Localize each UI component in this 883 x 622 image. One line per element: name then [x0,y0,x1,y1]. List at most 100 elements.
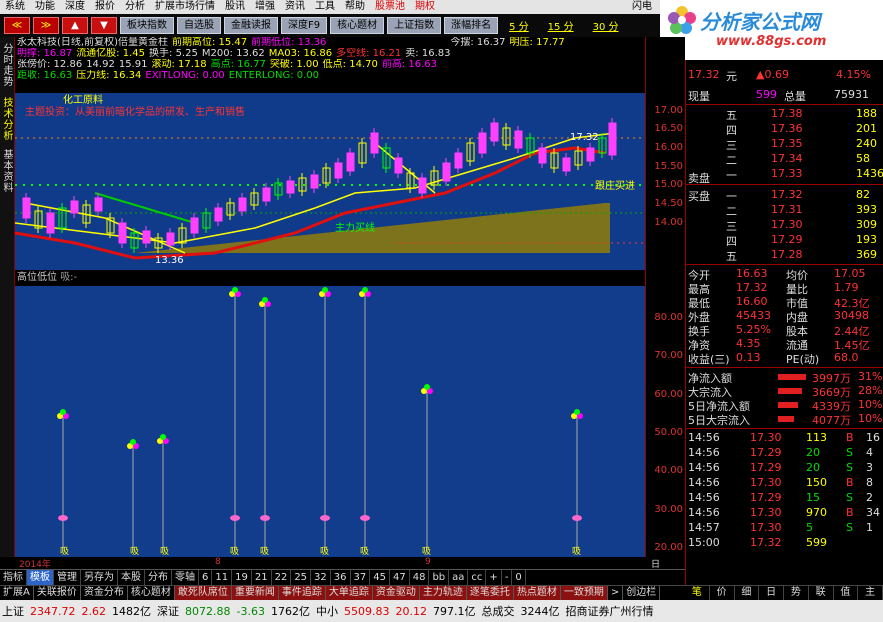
quote-tab-6[interactable]: 值 [834,586,859,600]
menu-item-8[interactable]: 资讯 [280,0,310,14]
toolbar: ≪ ≫ ▲ ▼ 板块指数 自选股 金融读报 深度F9 核心题材 上证指数 涨幅排… [0,14,660,37]
feature-tab-6[interactable]: 事件追踪 [278,586,326,600]
indicator-tab-17[interactable]: 47 [390,570,410,585]
menu-flash[interactable]: 闪电 [627,0,657,14]
feature-tab-10[interactable]: 逐笔委托 [466,586,514,600]
feature-tab-7[interactable]: 大单追踪 [325,586,373,600]
indicator-tab-21[interactable]: cc [468,570,487,585]
sh-index-button[interactable]: 上证指数 [387,17,442,34]
indicator-tab-6[interactable]: 零轴 [172,570,199,585]
core-theme-button[interactable]: 核心题材 [330,17,385,34]
indicator-tab-23[interactable]: - [502,570,513,585]
feature-tab-1[interactable]: 关联报价 [34,586,81,600]
stat-label: 收益(三) [688,353,730,366]
quote-tab-0[interactable]: 笔 [685,586,710,600]
indicator-tab-3[interactable]: 另存为 [81,570,118,585]
quote-tab-4[interactable]: 势 [784,586,809,600]
kline-chart[interactable]: 永太科技(日线,前复权)倍量黄金柱 前期高位: 15.47 前期低位: 13.36 今… [15,37,645,270]
candle-body [394,157,403,174]
prev-page-button[interactable]: ≪ [4,17,30,34]
indicator-tab-5[interactable]: 分布 [145,570,172,585]
feature-tab-8[interactable]: 资金驱动 [372,586,420,600]
menu-item-0[interactable]: 系统 [0,0,30,14]
tick-count: 4 [866,446,873,459]
tab-intraday[interactable]: 分时走势 [1,43,14,87]
menu-item-11[interactable]: 股票池 [370,0,410,14]
gain-rank-button[interactable]: 涨幅排名 [444,17,499,34]
quote-row: 四 17.36 201 [686,122,883,137]
feature-tab-3[interactable]: 核心题材 [128,586,175,600]
feature-tab-9[interactable]: 主力轨迹 [419,586,467,600]
quote-tab-3[interactable]: 日 [759,586,784,600]
feature-tab-4[interactable]: 敢死队席位 [174,586,232,600]
feature-tab-14[interactable]: 创边栏 [623,586,661,600]
stat-value: 5.25% [736,323,771,336]
menu-item-3[interactable]: 报价 [90,0,120,14]
menu-item-9[interactable]: 工具 [310,0,340,14]
feature-tab-2[interactable]: 资金分布 [81,586,128,600]
menu-item-4[interactable]: 分析 [120,0,150,14]
indicator-tab-13[interactable]: 32 [311,570,331,585]
menu-item-7[interactable]: 增强 [250,0,280,14]
kinfo-enterlong: ENTERLONG: 0.00 [228,70,320,81]
indicator-tab-11[interactable]: 22 [272,570,292,585]
bid-volume: 193 [856,233,877,246]
menu-item-10[interactable]: 帮助 [340,0,370,14]
tab-fundamental[interactable]: 基本资料 [1,149,14,193]
next-page-button[interactable]: ≫ [33,17,59,34]
indicator-tab-0[interactable]: 指标 [0,570,27,585]
up-button[interactable]: ▲ [62,17,88,34]
tab-technical[interactable]: 技术分析 [1,97,14,141]
indicator-tab-12[interactable]: 25 [291,570,312,585]
feature-tab-0[interactable]: 扩展A [0,586,34,600]
indicator-tab-1[interactable]: 模板 [27,570,54,585]
quote-tab-2[interactable]: 细 [735,586,760,600]
indicator-tab-14[interactable]: 36 [331,570,351,585]
feature-tab-5[interactable]: 重要新闻 [231,586,279,600]
feature-tab-13[interactable]: > [608,586,624,600]
menu-item-1[interactable]: 功能 [30,0,60,14]
buy-signal-label: 吸 [360,546,369,557]
indicator-panel[interactable]: 高位低位 吸:- 吸 吸 吸 吸 吸 吸 吸 吸 吸 [15,270,645,557]
indicator-tab-24[interactable]: 0 [512,570,526,585]
candle-body [214,207,223,222]
sector-index-button[interactable]: 板块指数 [120,17,174,34]
menu-item-2[interactable]: 深度 [60,0,90,14]
tick-time: 15:00 [688,536,720,549]
stat-value: 45433 [736,309,771,322]
stat-label2: PE(动) [786,353,820,366]
quote-tab-5[interactable]: 联 [809,586,834,600]
indicator-tab-7[interactable]: 6 [199,570,213,585]
indicator-tab-20[interactable]: aa [449,570,469,585]
indicator-tab-18[interactable]: 48 [410,570,430,585]
indicator-tab-15[interactable]: 37 [351,570,371,585]
divider [686,264,883,265]
indicator-tab-8[interactable]: 11 [212,570,233,585]
quote-tab-1[interactable]: 价 [710,586,735,600]
indicator-tab-2[interactable]: 管理 [54,570,81,585]
period-15min-link[interactable]: 15 分 [540,18,582,33]
quote-row: 大宗流入 3669万 28% [686,384,883,399]
watchlist-button[interactable]: 自选股 [177,17,221,34]
menu-item-6[interactable]: 股讯 [220,0,250,14]
feature-tab-12[interactable]: 一致预期 [560,586,608,600]
buy-signal-label: 吸 [230,546,239,557]
indicator-tab-9[interactable]: 19 [232,570,252,585]
indicator-tab-22[interactable]: + [486,570,502,585]
indicator-tab-16[interactable]: 45 [370,570,390,585]
menu-item-5[interactable]: 扩展市场行情 [150,0,220,14]
indicator-tab-19[interactable]: bb [429,570,450,585]
depth-f9-button[interactable]: 深度F9 [281,17,328,34]
bid-level: 一 [726,190,737,203]
quote-tab-7[interactable]: 主 [858,586,883,600]
indicator-tab-10[interactable]: 21 [252,570,272,585]
price-unit: 元 [726,70,737,83]
down-button[interactable]: ▼ [91,17,117,34]
period-5min-link[interactable]: 5 分 [501,18,537,33]
period-30min-link[interactable]: 30 分 [585,18,627,33]
finance-report-button[interactable]: 金融读报 [224,17,278,34]
feature-tab-11[interactable]: 热点题材 [513,586,561,600]
menu-item-12[interactable]: 期权 [410,0,440,14]
indicator-tab-4[interactable]: 本股 [118,570,145,585]
bid-price: 17.31 [771,203,803,216]
